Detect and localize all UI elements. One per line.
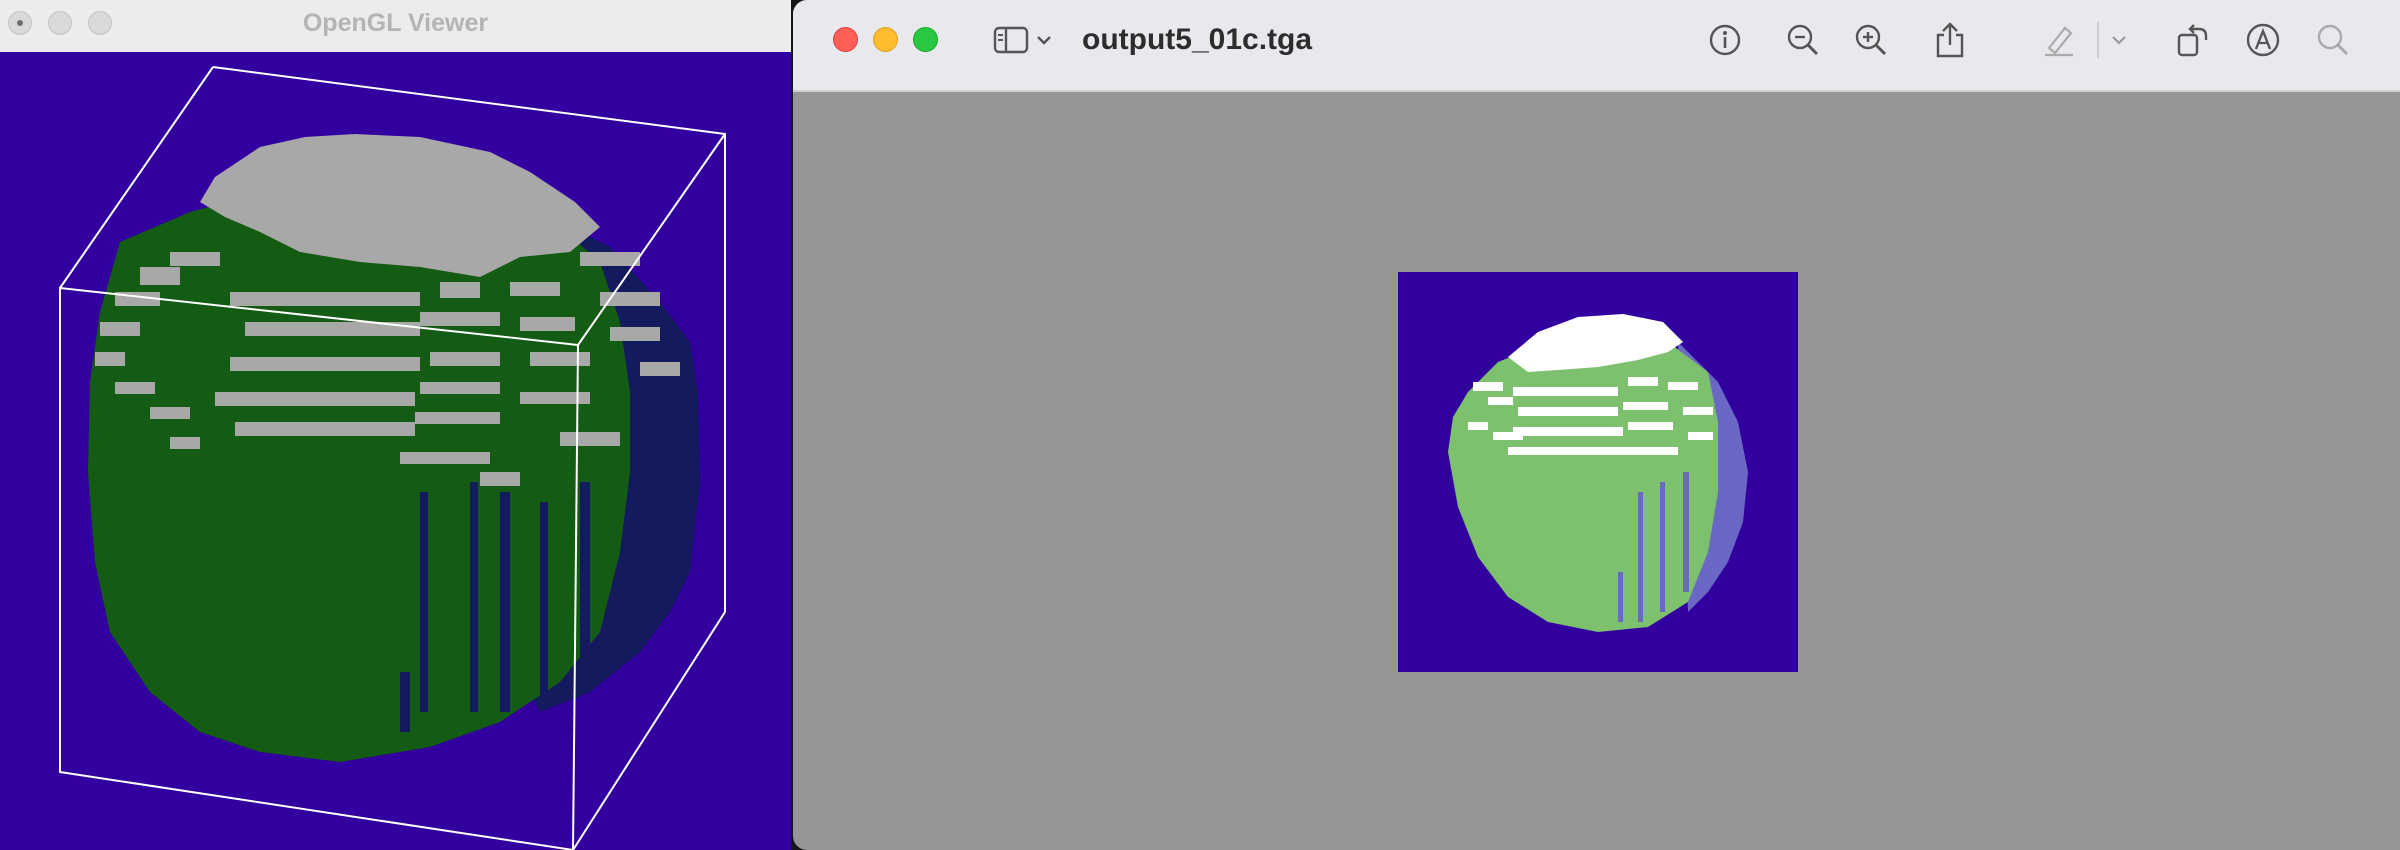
sphere-front-shade bbox=[88, 177, 630, 762]
share-button[interactable] bbox=[1930, 20, 1970, 60]
toolbar-separator bbox=[2097, 22, 2099, 58]
chevron-down-icon bbox=[1037, 36, 1051, 45]
info-icon bbox=[1709, 24, 1741, 56]
zoom-out-button[interactable] bbox=[1783, 20, 1823, 60]
search-button[interactable] bbox=[2313, 20, 2353, 60]
highlight-pen-icon bbox=[2045, 26, 2073, 57]
search-icon bbox=[2317, 24, 2349, 56]
highlight-button[interactable] bbox=[2039, 20, 2079, 60]
window-close-button[interactable] bbox=[833, 27, 858, 52]
opengl-viewer-window: OpenGL Viewer bbox=[0, 0, 791, 850]
markup-button[interactable] bbox=[2243, 20, 2283, 60]
window-minimize-button[interactable] bbox=[873, 27, 898, 52]
document-title: output5_01c.tga bbox=[1082, 23, 1313, 56]
tga-image bbox=[1398, 272, 1798, 672]
rotate-button[interactable] bbox=[2173, 20, 2213, 60]
preview-toolbar: output5_01c.tga bbox=[793, 0, 2400, 92]
rendered-sphere-image bbox=[1448, 314, 1748, 632]
zoom-out-icon bbox=[1787, 24, 1819, 56]
zoom-in-button[interactable] bbox=[1851, 20, 1891, 60]
info-button[interactable] bbox=[1705, 20, 1745, 60]
opengl-render-canvas[interactable] bbox=[0, 52, 791, 850]
highlight-options-button[interactable] bbox=[2107, 20, 2131, 60]
opengl-titlebar: OpenGL Viewer bbox=[0, 0, 791, 53]
sidebar-icon bbox=[993, 26, 1029, 54]
window-zoom-button[interactable] bbox=[913, 27, 938, 52]
zoom-in-icon bbox=[1855, 24, 1887, 56]
window-title: OpenGL Viewer bbox=[302, 9, 489, 37]
markup-icon bbox=[2246, 23, 2280, 57]
sidebar-options-button[interactable] bbox=[1033, 20, 1055, 60]
preview-content-area[interactable] bbox=[793, 92, 2400, 850]
chevron-down-icon bbox=[2112, 36, 2126, 45]
rotate-icon bbox=[2177, 24, 2208, 57]
image-sphere-front bbox=[1448, 334, 1718, 632]
preview-window: output5_01c.tga bbox=[793, 0, 2400, 850]
share-icon bbox=[1936, 22, 1964, 58]
sidebar-button[interactable] bbox=[991, 20, 1031, 60]
